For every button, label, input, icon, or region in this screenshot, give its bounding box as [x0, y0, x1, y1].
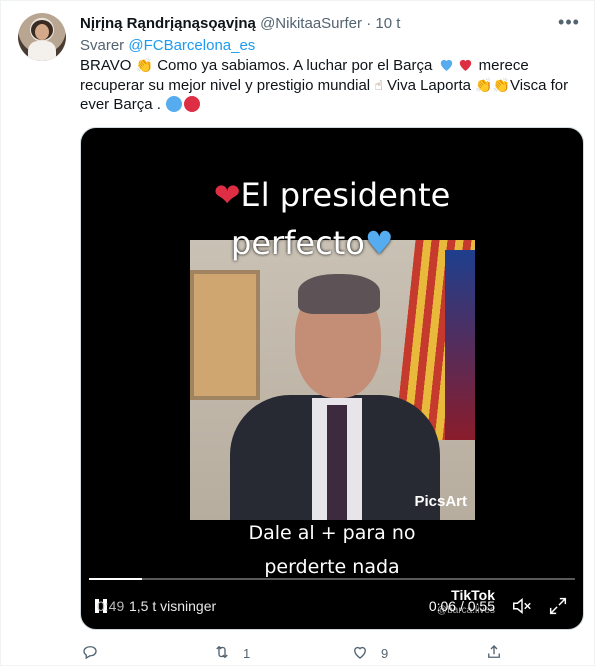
overlay-red-heart-icon: ❤ [213, 176, 241, 214]
picsart-watermark: PicsArt [414, 493, 467, 510]
video-timer: 0:06 / 0:55 [428, 598, 495, 614]
avatar[interactable] [18, 13, 66, 61]
painting [190, 270, 260, 400]
video-frame[interactable]: PicsArt [190, 240, 475, 520]
retweet-count: 1 [243, 645, 251, 661]
red-circle-icon [184, 96, 201, 112]
tweet-text-part4: Viva Laporta [387, 76, 471, 94]
blue-heart-icon [438, 56, 455, 73]
like-icon [351, 643, 369, 664]
share-icon [485, 643, 503, 664]
separator-dot: · [366, 15, 372, 32]
barca-flag [445, 250, 475, 440]
red-heart-icon [457, 56, 474, 73]
more-icon[interactable]: ••• [558, 13, 580, 32]
retweet-icon [213, 643, 231, 664]
tweet-card[interactable]: Nįrįną Rąndrįąnąsǫąvįną @NikitaaSurfer ·… [0, 0, 595, 666]
tweet-text-part1: BRAVO [80, 57, 132, 74]
tweet-text-part2: Como ya sabiamos. A luchar por el Barça [157, 57, 433, 74]
overlay-title-text2: perfecto [231, 224, 365, 262]
reply-prefix: Svarer [80, 37, 125, 54]
reply-icon [81, 643, 99, 664]
reply-to-line: Svarer @FCBarcelona_es [80, 36, 255, 56]
like-count: 9 [381, 645, 389, 661]
tie [327, 405, 347, 520]
view-count: 1,5 t visninger [129, 598, 217, 614]
fullscreen-icon[interactable] [547, 595, 569, 617]
tweet-header: Nįrįną Rąndrįąnąsǫąvįną @NikitaaSurfer ·… [80, 14, 574, 36]
like-button[interactable]: 9 [351, 641, 388, 665]
avatar-face [35, 24, 49, 40]
mute-icon[interactable] [511, 595, 533, 617]
clapping-hands-icon-2: 👏👏 [475, 76, 511, 93]
video-overlay-title-line2: perfecto♥ [231, 224, 394, 262]
overlay-blue-heart-icon: ♥ [364, 224, 394, 262]
tweet-text: BRAVO 👏 Como ya sabiamos. A luchar por e… [80, 56, 585, 115]
video-overlay-title-line1: ❤El presidente [81, 176, 583, 214]
video-progress-fill [89, 578, 143, 580]
video-caption-line1: Dale al + para no [248, 522, 416, 544]
blue-circle-icon [166, 96, 183, 112]
video-controls: 0:49 1,5 t visninger TikTok @barca.lives… [81, 587, 583, 623]
pointing-up-icon: ☝ [374, 76, 383, 93]
video-caption-line2: perderte nada [264, 556, 400, 578]
clapping-hands-icon: 👏 [135, 57, 154, 73]
display-name[interactable]: Nįrįną Rąndrįąnąsǫąvįną [80, 15, 256, 32]
tweet-actions: 1 9 [71, 641, 581, 665]
elapsed-ghost: 0:49 [97, 598, 125, 614]
user-handle[interactable]: @NikitaaSurfer [260, 15, 362, 32]
share-button[interactable] [485, 641, 515, 665]
overlay-title-text1: El presidente [240, 176, 451, 214]
hair [298, 274, 380, 314]
timestamp[interactable]: 10 t [375, 15, 400, 32]
reply-to-link[interactable]: @FCBarcelona_es [128, 37, 255, 54]
video-player[interactable]: ❤El presidente PicsArt perfecto♥ Dale al… [80, 127, 584, 630]
video-progress-bar[interactable] [89, 578, 575, 580]
retweet-button[interactable]: 1 [213, 641, 250, 665]
reply-button[interactable] [81, 641, 111, 665]
avatar-shirt [28, 41, 56, 61]
